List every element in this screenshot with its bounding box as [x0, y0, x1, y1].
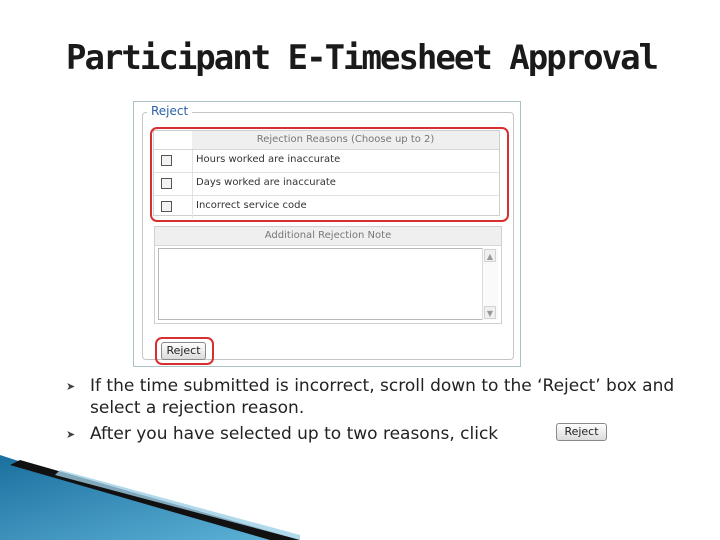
instruction-list: ➤ If the time submitted is incorrect, sc…: [66, 375, 706, 449]
reject-panel-screenshot: Reject Rejection Reasons (Choose up to 2…: [133, 101, 521, 367]
decoration-dark-stripe: [10, 460, 300, 540]
reasons-highlight-box: [150, 127, 509, 222]
instruction-text: After you have selected up to two reason…: [90, 424, 499, 444]
additional-note-panel: Additional Rejection Note ▲ ▼: [154, 226, 502, 324]
reject-button-highlight-box: [155, 337, 214, 365]
reject-legend: Reject: [147, 104, 193, 118]
scroll-up-arrow-icon[interactable]: ▲: [484, 249, 496, 262]
instruction-item: ➤ After you have selected up to two reas…: [66, 423, 706, 445]
note-scrollbar[interactable]: ▲ ▼: [482, 248, 498, 320]
decoration-blue-swoosh: [0, 455, 300, 540]
instruction-text: If the time submitted is incorrect, scro…: [90, 376, 675, 418]
arrow-bullet-icon: ➤: [66, 428, 76, 441]
slide-title: Participant E-Timesheet Approval: [66, 38, 659, 78]
decoration-light-stripe: [55, 470, 300, 540]
additional-note-title: Additional Rejection Note: [155, 227, 501, 246]
arrow-bullet-icon: ➤: [66, 380, 76, 393]
instruction-item: ➤ If the time submitted is incorrect, sc…: [66, 375, 706, 419]
rejection-note-textarea[interactable]: [158, 248, 498, 320]
scroll-down-arrow-icon[interactable]: ▼: [484, 306, 496, 319]
slide-decoration: [0, 455, 300, 540]
inline-reject-button-image: Reject: [556, 423, 607, 441]
